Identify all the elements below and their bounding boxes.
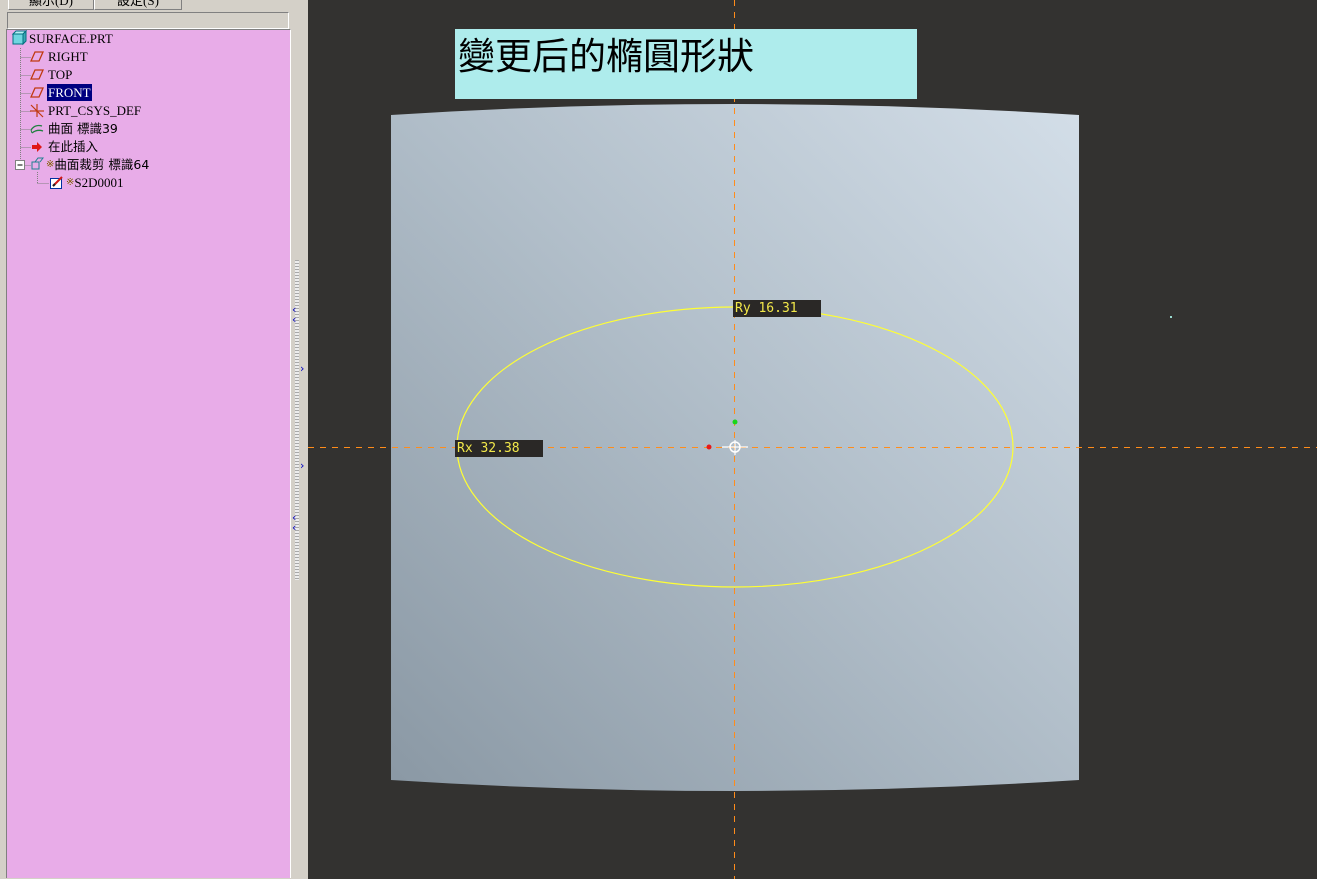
tree-filter-bar[interactable] xyxy=(7,12,289,29)
panel-splitter[interactable]: ‹ ‹ › › ‹ ‹ xyxy=(291,0,308,879)
tree-item-label: ※曲面裁剪 標識64 xyxy=(45,156,150,173)
surface-trim-icon xyxy=(29,156,45,173)
tree-item-label: PRT_CSYS_DEF xyxy=(48,103,142,118)
tree-item-label: RIGHT xyxy=(48,49,88,64)
tree-item-label: ※S2D0001 xyxy=(65,174,125,191)
tree-item-text: S2D0001 xyxy=(74,175,124,190)
view-marker-dot xyxy=(1170,316,1172,318)
panel-tab-strip: 顯示(D) 設定(S) xyxy=(0,0,291,11)
expand-right-icon[interactable]: › xyxy=(300,363,304,374)
annotation-text: 變更后的橢圓形狀 xyxy=(458,35,754,78)
tab-display[interactable]: 顯示(D) xyxy=(8,0,94,10)
tree-item-label: SURFACE.PRT xyxy=(29,31,113,46)
tree-item-label: TOP xyxy=(48,67,73,82)
tab-settings[interactable]: 設定(S) xyxy=(94,0,182,10)
tree-item-label: FRONT xyxy=(47,84,92,101)
insert-here-arrow-icon xyxy=(29,138,45,155)
collapse-left-icon[interactable]: ‹ ‹ xyxy=(292,512,296,533)
datum-plane-icon xyxy=(29,66,45,83)
surface-icon xyxy=(29,120,45,137)
tree-item-label: 曲面 標識39 xyxy=(48,121,118,136)
dimension-ry[interactable]: Ry 16.31 xyxy=(733,300,821,317)
tree-item-text: 曲面裁剪 標識64 xyxy=(54,157,150,172)
model-tree[interactable]: SURFACE.PRT RIGHT TOP FRONT PRT_CSYS_DEF… xyxy=(6,29,291,878)
sketch-icon xyxy=(49,174,65,191)
annotation-callout: 變更后的橢圓形狀 xyxy=(455,29,917,99)
graphics-viewport[interactable]: 變更后的橢圓形狀 Ry 16.31 Rx 32.38 xyxy=(308,0,1317,879)
model-tree-panel: 顯示(D) 設定(S) SURFACE.PRT RIGHT TOP FRONT … xyxy=(0,0,291,879)
rx-handle-point xyxy=(706,444,712,450)
datum-plane-icon xyxy=(29,84,45,101)
datum-plane-icon xyxy=(29,48,45,65)
dimension-rx[interactable]: Rx 32.38 xyxy=(455,440,543,457)
expand-right-icon[interactable]: › xyxy=(300,460,304,471)
tree-item-label: 在此插入 xyxy=(48,139,99,154)
coordinate-system-icon xyxy=(29,102,45,119)
part-icon xyxy=(11,29,28,47)
collapse-left-icon[interactable]: ‹ ‹ xyxy=(292,304,296,325)
ry-handle-point xyxy=(732,419,738,425)
